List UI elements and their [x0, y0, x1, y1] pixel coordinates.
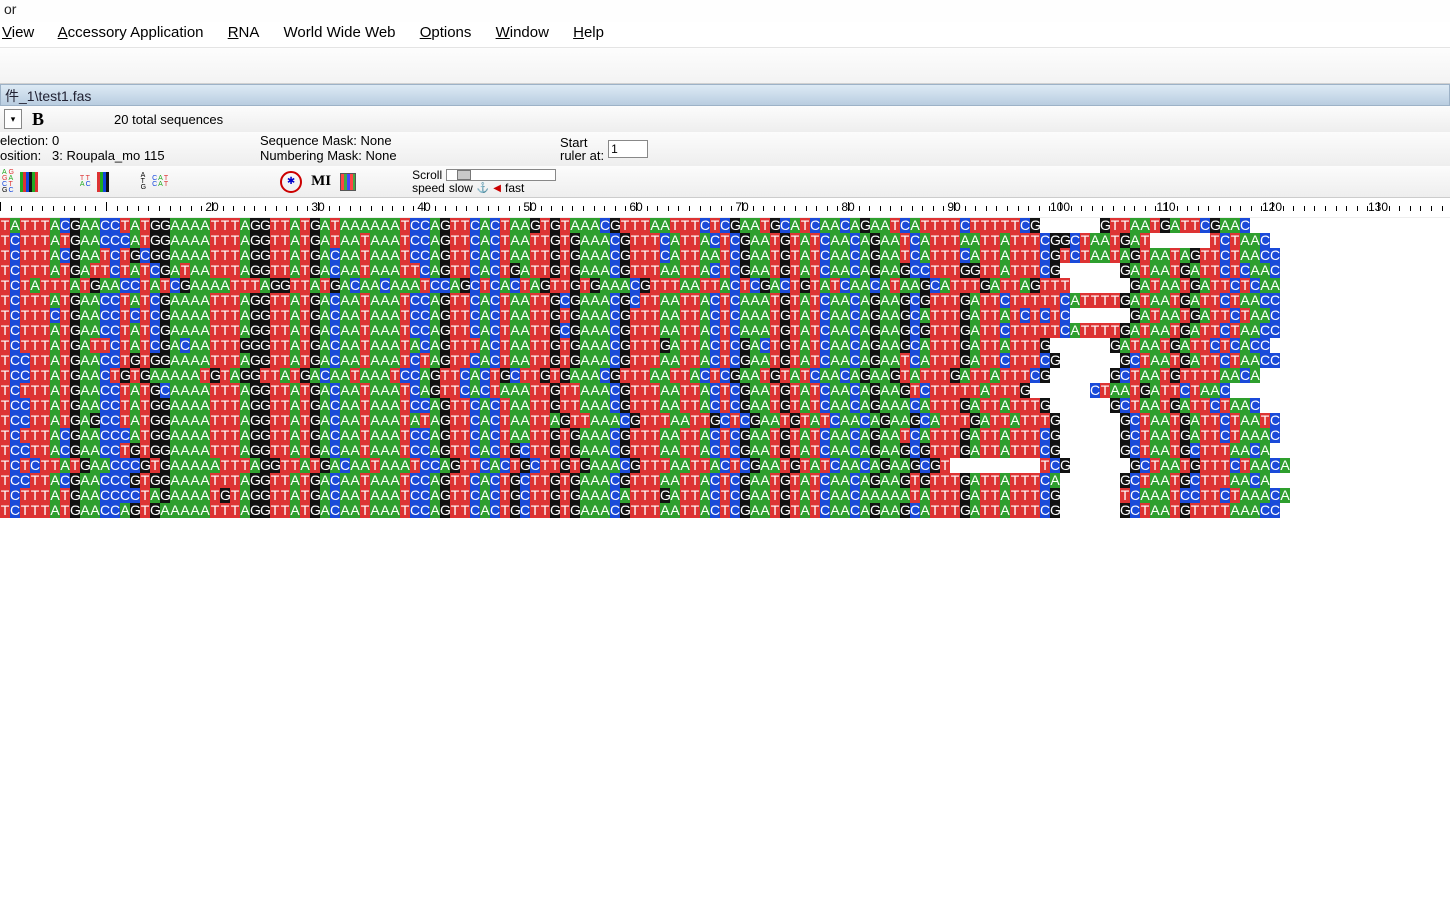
ruler-label: 80 — [841, 200, 854, 214]
window-title: or — [0, 0, 1450, 22]
sequence-row[interactable]: TCTTTACGAACCCATGGAAAATTTAGGTTATGACAATAAA… — [0, 428, 1450, 443]
menu-accessory[interactable]: Accessory Application — [58, 24, 204, 41]
slow-label: slow — [449, 182, 473, 195]
font-dropdown[interactable]: ▾ — [4, 109, 22, 129]
seq-mask-label: Sequence Mask: — [260, 133, 357, 148]
sequence-row[interactable]: TCTTTATGATTCTATCGACAATTTGGGTTATGACAATAAA… — [0, 338, 1450, 353]
menu-bar: View Accessory Application RNA World Wid… — [0, 22, 1450, 48]
num-mask-label: Numbering Mask: — [260, 148, 362, 163]
position-label: osition: — [0, 148, 41, 163]
sequence-row[interactable]: TCTTTATGAACCCATGGAAAATTTAGGTTATGATAATAAA… — [0, 233, 1450, 248]
total-sequences: 20 total sequences — [114, 112, 223, 127]
menu-window[interactable]: Window — [496, 24, 549, 41]
start-ruler-label2: ruler at: — [560, 149, 604, 162]
sequence-row[interactable]: TCCTTATGAACCTATGGAAAATTTAGGTTATGACAATAAA… — [0, 398, 1450, 413]
num-mask-value: None — [366, 148, 397, 163]
menu-www[interactable]: World Wide Web — [284, 24, 396, 41]
sequence-row[interactable]: TCTTTATGATTCTATCGATAATTTAGGTTATGACAATAAA… — [0, 263, 1450, 278]
anchor-icon[interactable]: ⚓ — [477, 182, 489, 195]
sequence-row[interactable]: TCTTTATGAACCTATCGAAAATTTAGGTTATGACAATAAA… — [0, 293, 1450, 308]
sequence-row[interactable]: TCTATTTATGAACCTATCGAAAATTTAGGTTATGACAACA… — [0, 278, 1450, 293]
menu-rna[interactable]: RNA — [228, 24, 260, 41]
ruler-label: 20 — [205, 200, 218, 214]
sequence-row[interactable]: TCTCTTATGAACCCGTGAAAAATTTAGGTTATGACAATAA… — [0, 458, 1450, 473]
menu-view[interactable]: View — [2, 24, 34, 41]
sequence-row[interactable]: TCCTTACGAACCCGTGGAAAATTTAGGTTATGACAATAAA… — [0, 473, 1450, 488]
sequence-row[interactable]: TCCTTATGAGCCTATGGAAAATTTAGGTTATGACAATAAA… — [0, 413, 1450, 428]
sequence-row[interactable]: TCCTTACGAACCTGTGGAAAATTTAGGTTATGACAATAAA… — [0, 443, 1450, 458]
motif-icon[interactable]: TA TC — [80, 176, 91, 188]
mi-button[interactable]: MI — [308, 169, 334, 195]
selection-value: 0 — [52, 133, 59, 148]
sequence-row[interactable]: TCTTTACGAATCTGCGGAAAATTTAGGTTATGACAATAAA… — [0, 248, 1450, 263]
ruler-label: 110 — [1156, 200, 1175, 214]
fast-label: fast — [505, 182, 524, 195]
translate-icon[interactable]: ATG — [141, 173, 146, 191]
ruler-label: 40 — [417, 200, 430, 214]
sequence-toolbar: ▾ B 20 total sequences — [0, 106, 1450, 132]
alignment-toolbar: AGCG GATC TA TC ATG CC AA TT ✱ MI Scroll… — [0, 166, 1450, 198]
ruler-label: 50 — [523, 200, 536, 214]
position-ruler: 203040506070809010011012013014 — [0, 198, 1450, 218]
bold-toggle[interactable]: B — [32, 109, 44, 130]
position-value: 3: Roupala_mo 115 — [52, 148, 165, 163]
sequence-row[interactable]: TCTTTATGAACCCCTAGAAAATGTAGGTTATGACAATAAA… — [0, 488, 1450, 503]
speed-label: speed — [412, 182, 445, 195]
document-path: 件_1\test1.fas — [0, 84, 1450, 106]
flag-icon[interactable]: ◀ — [493, 182, 501, 195]
menu-options[interactable]: Options — [420, 24, 472, 41]
sequence-row[interactable]: TCCTTATGAACTGTGAAAAATGTAGGTTATGACAATAAAT… — [0, 368, 1450, 383]
menu-help[interactable]: Help — [573, 24, 604, 41]
seq-mask-value: None — [360, 133, 391, 148]
main-toolbar — [0, 48, 1450, 84]
ruler-label: 120 — [1262, 200, 1282, 214]
color-strip2-icon[interactable] — [97, 172, 109, 192]
start-ruler-input[interactable] — [608, 140, 648, 158]
ruler-label: 30 — [311, 200, 324, 214]
sequence-row[interactable]: TATTTACGAACCTATGGAAAATTTAGGTTATGATAAAAAA… — [0, 218, 1450, 233]
selection-label: election: — [0, 133, 48, 148]
sequence-row[interactable]: TCCTTATGAACCTGTGGAAAATTTAGGTTATGACAATAAA… — [0, 353, 1450, 368]
alignment-view[interactable]: TATTTACGAACCTATGGAAAATTTAGGTTATGATAAAAAA… — [0, 218, 1450, 518]
scroll-speed-slider[interactable] — [446, 169, 556, 181]
pie-icon[interactable]: ✱ — [280, 171, 302, 193]
ruler-label: 70 — [735, 200, 748, 214]
codon-icon[interactable]: CC AA TT — [152, 176, 168, 188]
ruler-label: 60 — [629, 200, 642, 214]
sequence-logo-icon[interactable]: AGCG GATC — [2, 170, 14, 194]
sequence-row[interactable]: TCTTTCTGAACCTCTCGAAAATTTAGGTTATGACAATAAA… — [0, 308, 1450, 323]
ruler-label: 100 — [1050, 200, 1070, 214]
matrix-icon[interactable] — [340, 173, 356, 191]
ruler-label: 130 — [1368, 200, 1388, 214]
sequence-row[interactable]: TCTTTATGAACCTATCGAAAATTTAGGTTATGACAATAAA… — [0, 323, 1450, 338]
sequence-row[interactable]: TCTTTATGAACCTATGCAAAATTTAGGTTATGACAATAAA… — [0, 383, 1450, 398]
sequence-row[interactable]: TCTTTATGAACCAGTGAAAAATTTAGGTTATGACAATAAA… — [0, 503, 1450, 518]
status-row: election: 0 osition: 3: Roupala_mo 115 S… — [0, 132, 1450, 166]
color-strip-icon[interactable] — [20, 172, 38, 192]
ruler-label: 90 — [947, 200, 960, 214]
scroll-label: Scroll — [412, 169, 442, 182]
